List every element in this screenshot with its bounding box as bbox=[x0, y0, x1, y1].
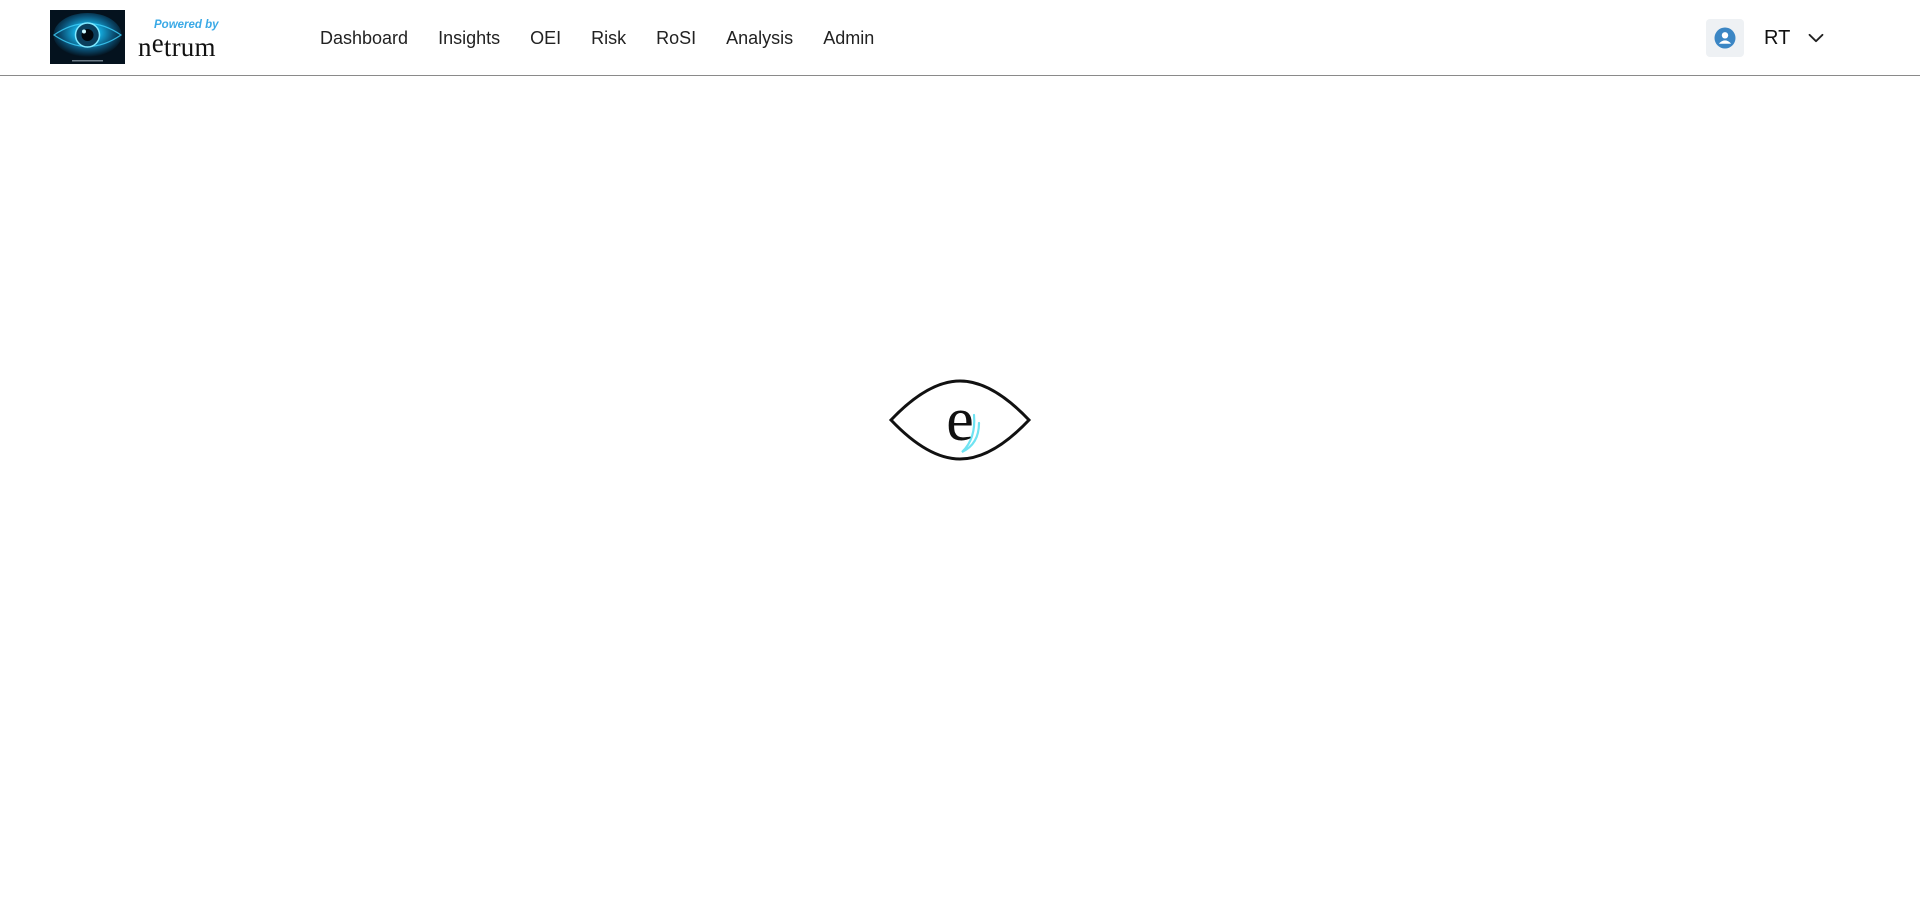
brand-name: netrum bbox=[138, 28, 216, 63]
app-logo[interactable] bbox=[50, 10, 125, 64]
top-navigation-bar: Powered by netrum Dashboard Insights OEI… bbox=[0, 0, 1920, 76]
main-content bbox=[0, 76, 1920, 911]
brand-name-start: n bbox=[138, 32, 152, 62]
nav-item-insights[interactable]: Insights bbox=[438, 28, 500, 49]
user-menu-toggle[interactable] bbox=[1808, 30, 1824, 46]
user-initials[interactable]: RT bbox=[1764, 27, 1790, 50]
loading-indicator: e bbox=[888, 379, 1032, 461]
brand-name-e: e bbox=[151, 28, 164, 58]
brand-name-end: trum bbox=[163, 32, 216, 62]
nav-item-risk[interactable]: Risk bbox=[591, 28, 626, 49]
nav-item-rosi[interactable]: RoSI bbox=[656, 28, 696, 49]
nav-item-oei[interactable]: OEI bbox=[530, 28, 561, 49]
loader-letter: e bbox=[946, 386, 974, 454]
nav-item-analysis[interactable]: Analysis bbox=[726, 28, 793, 49]
eye-e-logo-icon: e bbox=[888, 379, 1032, 461]
main-nav: Dashboard Insights OEI Risk RoSI Analysi… bbox=[320, 23, 904, 53]
nav-item-dashboard[interactable]: Dashboard bbox=[320, 28, 408, 49]
powered-by-netrum: Powered by netrum bbox=[136, 10, 256, 64]
avatar-button[interactable] bbox=[1706, 19, 1744, 57]
user-circle-icon bbox=[1714, 27, 1736, 49]
eye-logo-icon bbox=[50, 10, 125, 64]
nav-item-admin[interactable]: Admin bbox=[823, 28, 874, 49]
user-menu[interactable]: RT bbox=[1706, 19, 1824, 57]
chevron-down-icon bbox=[1808, 33, 1824, 43]
